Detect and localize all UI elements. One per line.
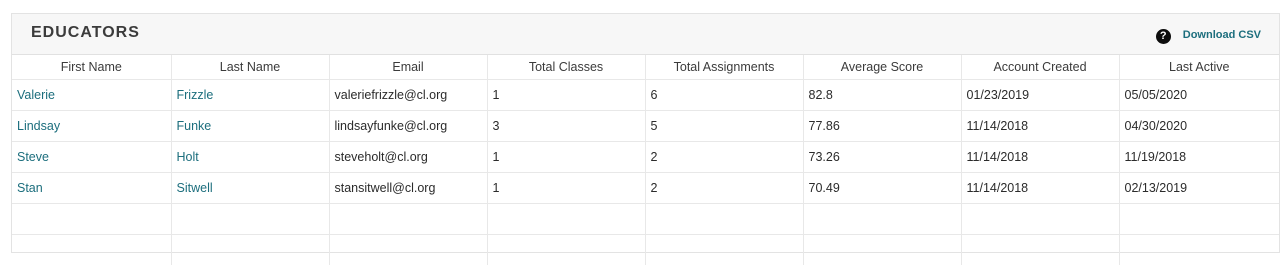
account-created-cell: 01/23/2019: [961, 80, 1119, 111]
average-score-cell: 73.26: [803, 142, 961, 173]
last-name-link[interactable]: Sitwell: [171, 173, 329, 204]
empty-table-row: [12, 235, 1279, 265]
total-classes-cell: 1: [487, 80, 645, 111]
column-header-total-classes[interactable]: Total Classes: [487, 55, 645, 80]
first-name-link[interactable]: Steve: [12, 142, 171, 173]
empty-cell: [803, 235, 961, 265]
last-active-cell: 11/19/2018: [1119, 142, 1279, 173]
column-header-email[interactable]: Email: [329, 55, 487, 80]
last-name-link[interactable]: Frizzle: [171, 80, 329, 111]
empty-cell: [12, 235, 171, 265]
column-header-total-assignments[interactable]: Total Assignments: [645, 55, 803, 80]
average-score-cell: 82.8: [803, 80, 961, 111]
average-score-cell: 70.49: [803, 173, 961, 204]
question-circle-icon[interactable]: ?: [1156, 29, 1171, 44]
total-assignments-cell: 5: [645, 111, 803, 142]
empty-table-row: [12, 204, 1279, 235]
empty-cell: [645, 204, 803, 235]
column-header-first-name[interactable]: First Name: [12, 55, 171, 80]
empty-cell: [1119, 204, 1279, 235]
total-assignments-cell: 6: [645, 80, 803, 111]
column-header-last-active[interactable]: Last Active: [1119, 55, 1279, 80]
table-row: Stan Sitwell stansitwell@cl.org 1 2 70.4…: [12, 173, 1279, 204]
first-name-link[interactable]: Lindsay: [12, 111, 171, 142]
last-active-cell: 05/05/2020: [1119, 80, 1279, 111]
account-created-cell: 11/14/2018: [961, 142, 1119, 173]
last-name-link[interactable]: Holt: [171, 142, 329, 173]
email-cell: stansitwell@cl.org: [329, 173, 487, 204]
average-score-cell: 77.86: [803, 111, 961, 142]
table-row: Steve Holt steveholt@cl.org 1 2 73.26 11…: [12, 142, 1279, 173]
total-assignments-cell: 2: [645, 173, 803, 204]
first-name-link[interactable]: Stan: [12, 173, 171, 204]
empty-cell: [12, 204, 171, 235]
email-cell: steveholt@cl.org: [329, 142, 487, 173]
email-cell: valeriefrizzle@cl.org: [329, 80, 487, 111]
first-name-link[interactable]: Valerie: [12, 80, 171, 111]
empty-cell: [961, 204, 1119, 235]
empty-cell: [171, 204, 329, 235]
empty-cell: [487, 235, 645, 265]
last-active-cell: 04/30/2020: [1119, 111, 1279, 142]
panel-title: EDUCATORS: [31, 24, 140, 42]
empty-cell: [487, 204, 645, 235]
last-name-link[interactable]: Funke: [171, 111, 329, 142]
account-created-cell: 11/14/2018: [961, 111, 1119, 142]
panel-header: EDUCATORS ? Download CSV: [12, 14, 1279, 55]
empty-cell: [1119, 235, 1279, 265]
column-header-last-name[interactable]: Last Name: [171, 55, 329, 80]
column-header-account-created[interactable]: Account Created: [961, 55, 1119, 80]
total-classes-cell: 1: [487, 173, 645, 204]
empty-cell: [171, 235, 329, 265]
table-row: Lindsay Funke lindsayfunke@cl.org 3 5 77…: [12, 111, 1279, 142]
empty-cell: [329, 204, 487, 235]
account-created-cell: 11/14/2018: [961, 173, 1119, 204]
email-cell: lindsayfunke@cl.org: [329, 111, 487, 142]
educators-table: First Name Last Name Email Total Classes…: [12, 55, 1279, 265]
empty-cell: [961, 235, 1119, 265]
column-header-average-score[interactable]: Average Score: [803, 55, 961, 80]
total-assignments-cell: 2: [645, 142, 803, 173]
download-csv-link[interactable]: Download CSV: [1183, 29, 1261, 41]
last-active-cell: 02/13/2019: [1119, 173, 1279, 204]
educators-panel: EDUCATORS ? Download CSV First Name Last…: [11, 13, 1280, 253]
table-header-row: First Name Last Name Email Total Classes…: [12, 55, 1279, 80]
total-classes-cell: 3: [487, 111, 645, 142]
table-row: Valerie Frizzle valeriefrizzle@cl.org 1 …: [12, 80, 1279, 111]
total-classes-cell: 1: [487, 142, 645, 173]
download-csv-control[interactable]: ? Download CSV: [1156, 26, 1261, 44]
empty-cell: [803, 204, 961, 235]
empty-cell: [645, 235, 803, 265]
empty-cell: [329, 235, 487, 265]
